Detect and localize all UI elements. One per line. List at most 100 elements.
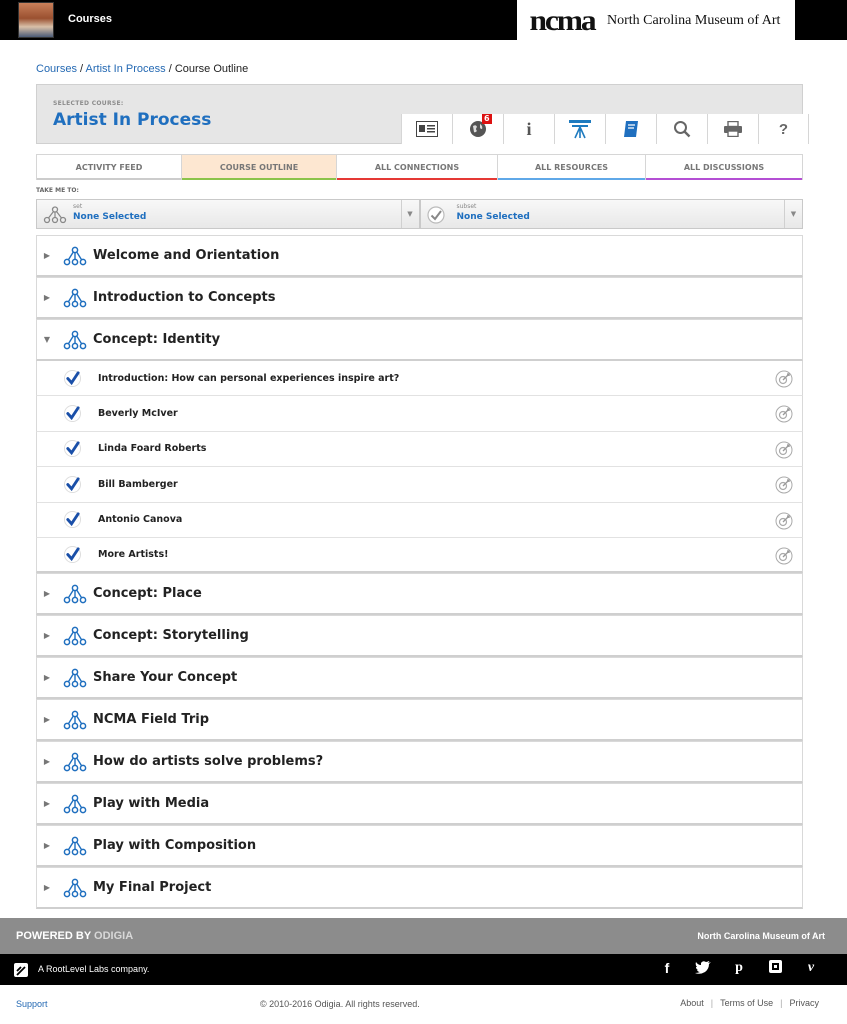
course-header: SELECTED COURSE: Artist In Process 6 i ? xyxy=(36,84,809,144)
lesson-title: Antonio Canova xyxy=(98,514,183,526)
take-me-to-label: TAKE ME TO: xyxy=(36,187,79,194)
tab-activity-feed[interactable]: ACTIVITY FEED xyxy=(37,155,182,180)
breadcrumb-current: Course Outline xyxy=(174,63,249,75)
about-link[interactable]: About xyxy=(680,998,704,1008)
lesson-title: Linda Foard Roberts xyxy=(98,443,207,455)
network-icon xyxy=(63,666,87,690)
section-title: Play with Media xyxy=(93,796,210,812)
avatar[interactable] xyxy=(18,2,54,38)
chevron-right-icon[interactable]: ▶ xyxy=(37,631,57,640)
support-link[interactable]: Support xyxy=(16,999,48,1009)
chevron-right-icon[interactable]: ▶ xyxy=(37,673,57,682)
courses-nav-link[interactable]: Courses xyxy=(68,13,112,25)
powered-brand: ODIGIA xyxy=(94,930,134,942)
outline-section[interactable]: ▶ Play with Composition xyxy=(36,825,803,868)
chevron-right-icon[interactable]: ▶ xyxy=(37,799,57,808)
social-links: f p v xyxy=(649,960,829,977)
target-icon[interactable] xyxy=(775,512,793,530)
lesson-title: Introduction: How can personal experienc… xyxy=(98,372,400,384)
outline-section-expanded[interactable]: ▼ Concept: Identity xyxy=(36,319,803,361)
outline-section[interactable]: ▶ Concept: Place xyxy=(36,573,803,616)
globe-button[interactable]: 6 xyxy=(452,114,503,144)
help-icon: ? xyxy=(778,120,789,138)
target-icon[interactable] xyxy=(775,370,793,388)
twitter-icon[interactable] xyxy=(685,960,721,977)
section-title: Share Your Concept xyxy=(93,670,238,686)
tab-underline xyxy=(646,178,802,180)
lesson-row[interactable]: Beverly McIver xyxy=(36,396,803,432)
breadcrumb-course[interactable]: Artist In Process xyxy=(86,63,166,75)
subset-select[interactable]: subset None Selected ▼ xyxy=(419,199,803,229)
rootlevel-text: A RootLevel Labs company. xyxy=(38,964,150,974)
easel-icon xyxy=(569,120,591,139)
powered-by[interactable]: POWERED BY ODIGIA xyxy=(16,930,133,942)
subset-value: None Selected xyxy=(456,212,530,222)
network-icon xyxy=(43,206,67,224)
profile-button[interactable] xyxy=(401,114,452,144)
chevron-right-icon[interactable]: ▶ xyxy=(37,883,57,892)
privacy-link[interactable]: Privacy xyxy=(789,998,819,1008)
lesson-row[interactable]: Antonio Canova xyxy=(36,502,803,538)
checkmark-icon xyxy=(64,511,81,529)
outline-section[interactable]: ▶ My Final Project xyxy=(36,867,803,910)
target-icon[interactable] xyxy=(775,405,793,423)
set-select[interactable]: set None Selected ▼ xyxy=(36,199,420,229)
take-me-to-selects: set None Selected ▼ subset None Selected… xyxy=(36,199,803,229)
checkmark-icon xyxy=(64,440,81,458)
tab-label: COURSE OUTLINE xyxy=(219,162,299,172)
target-icon[interactable] xyxy=(775,441,793,459)
lesson-row[interactable]: Introduction: How can personal experienc… xyxy=(36,361,803,397)
breadcrumb-separator: / xyxy=(168,63,172,75)
checkmark-icon xyxy=(64,369,81,387)
pinterest-icon[interactable]: p xyxy=(721,960,757,977)
tab-all-resources[interactable]: ALL RESOURCES xyxy=(498,155,646,180)
section-title: How do artists solve problems? xyxy=(93,754,324,770)
section-title: My Final Project xyxy=(93,880,212,896)
chevron-down-icon[interactable]: ▼ xyxy=(37,335,57,344)
tab-all-connections[interactable]: ALL CONNECTIONS xyxy=(337,155,498,180)
network-icon xyxy=(63,328,87,352)
help-button[interactable]: ? xyxy=(758,114,809,144)
outline-section[interactable]: ▶ Concept: Storytelling xyxy=(36,615,803,658)
lesson-row[interactable]: More Artists! xyxy=(36,537,803,574)
breadcrumb-courses[interactable]: Courses xyxy=(36,63,77,75)
instagram-icon[interactable] xyxy=(757,960,793,977)
outline-section[interactable]: ▶ NCMA Field Trip xyxy=(36,699,803,742)
target-icon[interactable] xyxy=(775,547,793,565)
chevron-right-icon[interactable]: ▶ xyxy=(37,251,57,260)
vimeo-icon[interactable]: v xyxy=(793,960,829,977)
terms-link[interactable]: Terms of Use xyxy=(720,998,773,1008)
easel-button[interactable] xyxy=(554,114,605,144)
book-button[interactable] xyxy=(605,114,656,144)
chevron-right-icon[interactable]: ▶ xyxy=(37,589,57,598)
brand-name: North Carolina Museum of Art xyxy=(607,13,781,28)
facebook-icon[interactable]: f xyxy=(649,960,685,977)
id-card-icon xyxy=(416,121,438,137)
tab-course-outline[interactable]: COURSE OUTLINE xyxy=(182,155,337,180)
footer-powered: POWERED BY ODIGIA North Carolina Museum … xyxy=(0,918,847,954)
target-icon[interactable] xyxy=(775,476,793,494)
tab-all-discussions[interactable]: ALL DISCUSSIONS xyxy=(646,155,802,180)
lesson-row[interactable]: Bill Bamberger xyxy=(36,467,803,503)
footer-company: A RootLevel Labs company. f p v xyxy=(0,954,847,985)
print-button[interactable] xyxy=(707,114,758,144)
network-icon xyxy=(63,792,87,816)
outline-section[interactable]: ▶ Share Your Concept xyxy=(36,657,803,700)
chevron-right-icon[interactable]: ▶ xyxy=(37,757,57,766)
footer-ncma[interactable]: North Carolina Museum of Art xyxy=(697,931,825,941)
notification-badge: 6 xyxy=(482,114,492,124)
brand[interactable]: ncma North Carolina Museum of Art xyxy=(517,0,795,40)
lesson-row[interactable]: Linda Foard Roberts xyxy=(36,431,803,468)
outline-section[interactable]: ▶ Play with Media xyxy=(36,783,803,826)
chevron-right-icon[interactable]: ▶ xyxy=(37,715,57,724)
search-button[interactable] xyxy=(656,114,707,144)
info-button[interactable]: i xyxy=(503,114,554,144)
chevron-right-icon[interactable]: ▶ xyxy=(37,841,57,850)
outline-section[interactable]: ▶ Welcome and Orientation xyxy=(36,235,803,277)
breadcrumb: Courses / Artist In Process / Course Out… xyxy=(36,63,248,75)
checkmark-icon xyxy=(64,546,81,564)
lesson-title: More Artists! xyxy=(98,549,169,561)
chevron-right-icon[interactable]: ▶ xyxy=(37,293,57,302)
outline-section[interactable]: ▶ Introduction to Concepts xyxy=(36,277,803,319)
outline-section[interactable]: ▶ How do artists solve problems? xyxy=(36,741,803,784)
